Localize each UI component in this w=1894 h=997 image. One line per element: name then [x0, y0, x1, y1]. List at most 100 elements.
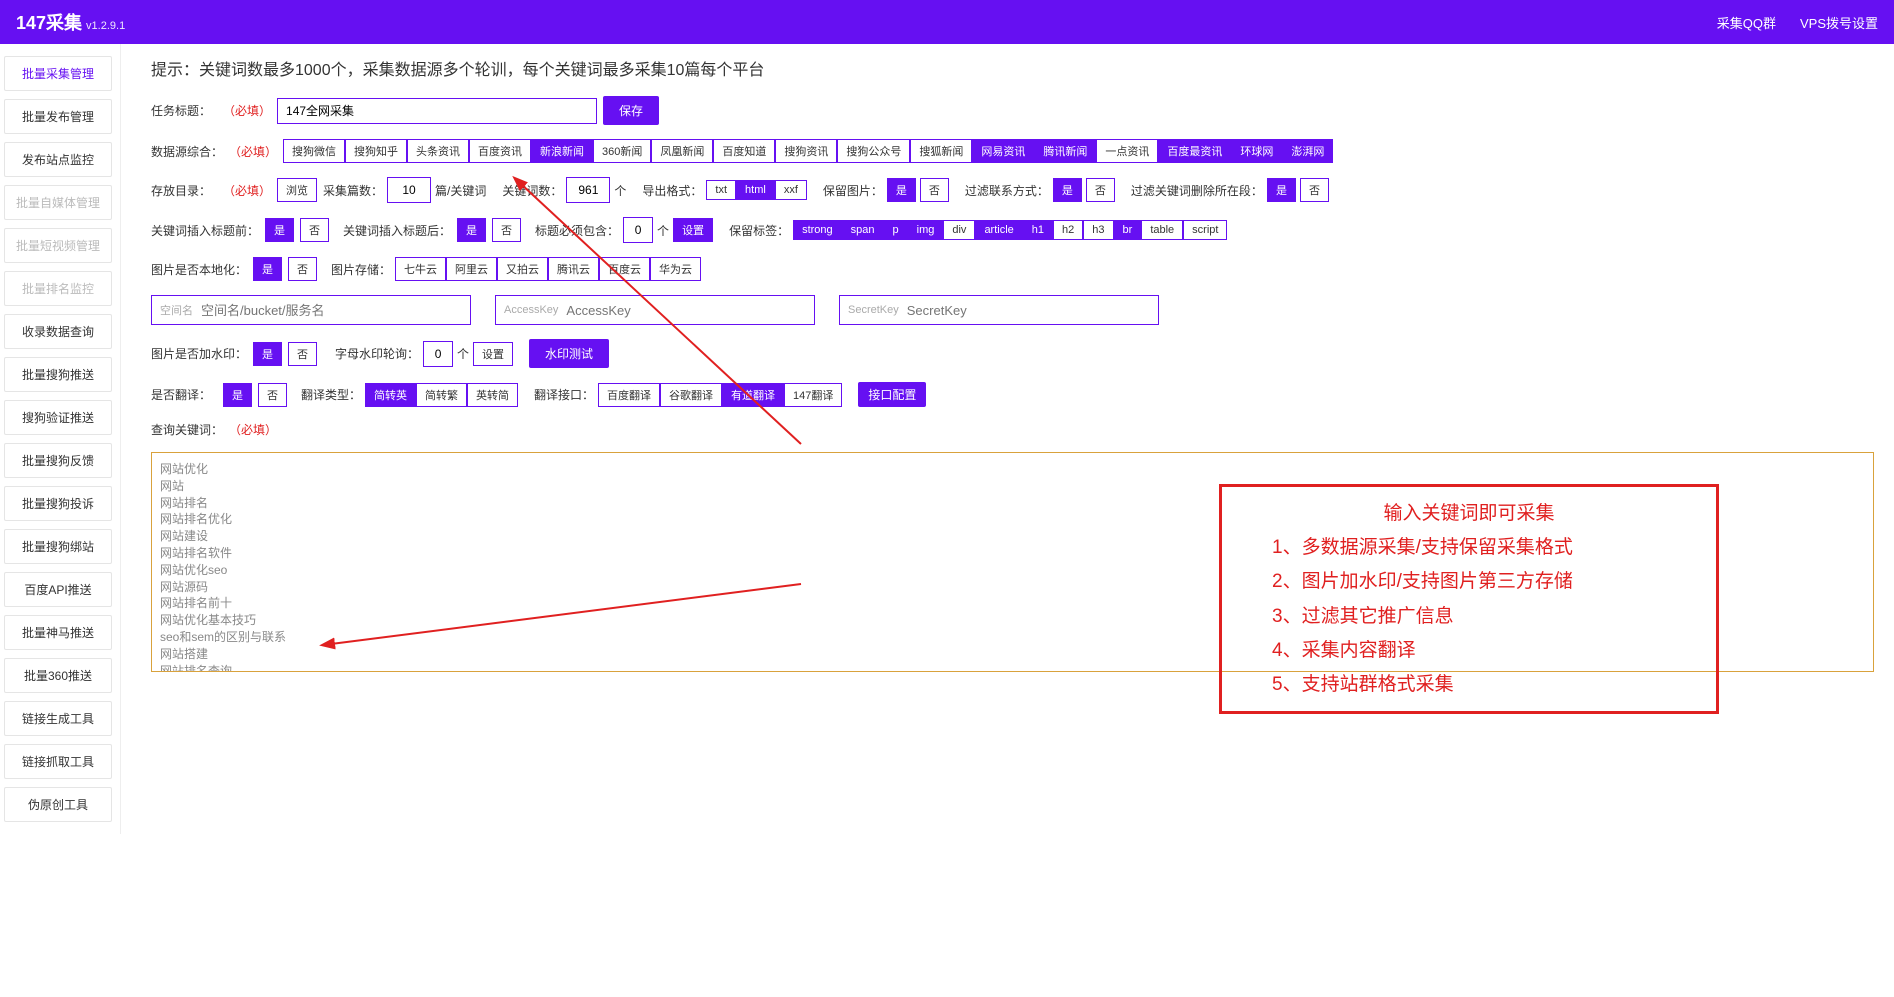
translate-api-tag[interactable]: 百度翻译: [598, 383, 660, 407]
sidebar-item[interactable]: 批量神马推送: [4, 615, 112, 650]
data-source-tag[interactable]: 头条资讯: [407, 139, 469, 163]
alpha-wm-input[interactable]: [423, 341, 453, 367]
sidebar-item[interactable]: 百度API推送: [4, 572, 112, 607]
data-source-tag[interactable]: 搜狗微信: [283, 139, 345, 163]
translate-type-tag[interactable]: 英转简: [467, 383, 518, 407]
translate-api-tag[interactable]: 147翻译: [784, 383, 842, 407]
keep-html-tag[interactable]: h3: [1083, 220, 1113, 240]
qq-group-link[interactable]: 采集QQ群: [1717, 13, 1776, 32]
data-source-tag[interactable]: 一点资讯: [1096, 139, 1158, 163]
keep-html-tag[interactable]: article: [975, 220, 1022, 240]
watermark-yes[interactable]: 是: [253, 342, 282, 366]
insert-before-yes[interactable]: 是: [265, 218, 294, 242]
title-must-count-input[interactable]: [623, 217, 653, 243]
keep-html-tag[interactable]: p: [884, 220, 908, 240]
filter-kwpara-no[interactable]: 否: [1300, 178, 1329, 202]
sidebar-item[interactable]: 批量搜狗反馈: [4, 443, 112, 478]
sidebar-item[interactable]: 发布站点监控: [4, 142, 112, 177]
keywords-textarea[interactable]: [151, 452, 1874, 672]
data-source-tag[interactable]: 百度知道: [713, 139, 775, 163]
export-format-tag[interactable]: txt: [706, 180, 736, 200]
keep-html-tag[interactable]: br: [1114, 220, 1142, 240]
keep-html-tag[interactable]: img: [908, 220, 944, 240]
space-name-input[interactable]: [201, 303, 462, 318]
keep-html-tag[interactable]: table: [1141, 220, 1183, 240]
data-source-tag[interactable]: 百度资讯: [469, 139, 531, 163]
data-source-tag[interactable]: 搜狐新闻: [910, 139, 972, 163]
img-local-no[interactable]: 否: [288, 257, 317, 281]
insert-before-no[interactable]: 否: [300, 218, 329, 242]
sidebar-item[interactable]: 批量360推送: [4, 658, 112, 693]
space-name-field[interactable]: 空间名: [151, 295, 471, 325]
sidebar-item[interactable]: 批量自媒体管理: [4, 185, 112, 220]
filter-kwpara-yes[interactable]: 是: [1267, 178, 1296, 202]
sidebar-item[interactable]: 链接生成工具: [4, 701, 112, 736]
export-format-tag[interactable]: xxf: [775, 180, 807, 200]
task-title-input[interactable]: [277, 98, 597, 124]
sidebar-item[interactable]: 链接抓取工具: [4, 744, 112, 779]
accesskey-input[interactable]: [566, 303, 806, 318]
keep-html-tag[interactable]: div: [943, 220, 975, 240]
sidebar-item[interactable]: 伪原创工具: [4, 787, 112, 822]
data-source-tag[interactable]: 凤凰新闻: [651, 139, 713, 163]
data-source-tag[interactable]: 搜狗公众号: [837, 139, 910, 163]
cloud-storage-tag[interactable]: 华为云: [650, 257, 701, 281]
sidebar-item[interactable]: 批量采集管理: [4, 56, 112, 91]
translate-api-tag[interactable]: 谷歌翻译: [660, 383, 722, 407]
secretkey-field[interactable]: SecretKey: [839, 295, 1159, 325]
accesskey-field[interactable]: AccessKey: [495, 295, 815, 325]
keep-html-tag[interactable]: span: [842, 220, 884, 240]
data-source-tag[interactable]: 搜狗知乎: [345, 139, 407, 163]
translate-api-tag[interactable]: 有道翻译: [722, 383, 784, 407]
data-source-tag[interactable]: 360新闻: [593, 139, 651, 163]
translate-no[interactable]: 否: [258, 383, 287, 407]
cloud-storage-tag[interactable]: 腾讯云: [548, 257, 599, 281]
data-source-tag[interactable]: 澎湃网: [1282, 139, 1333, 163]
sidebar-item[interactable]: 批量搜狗推送: [4, 357, 112, 392]
keep-html-tag[interactable]: h2: [1053, 220, 1083, 240]
filter-contact-yes[interactable]: 是: [1053, 178, 1082, 202]
filter-contact-no[interactable]: 否: [1086, 178, 1115, 202]
api-config-button[interactable]: 接口配置: [858, 382, 926, 407]
watermark-test-button[interactable]: 水印测试: [529, 339, 609, 368]
export-format-tag[interactable]: html: [736, 180, 775, 200]
keep-html-tag[interactable]: strong: [793, 220, 842, 240]
data-source-tag[interactable]: 百度最资讯: [1158, 139, 1231, 163]
keep-img-yes[interactable]: 是: [887, 178, 916, 202]
sidebar-item[interactable]: 批量搜狗投诉: [4, 486, 112, 521]
insert-after-no[interactable]: 否: [492, 218, 521, 242]
keep-html-tag[interactable]: h1: [1023, 220, 1053, 240]
data-source-tag[interactable]: 环球网: [1231, 139, 1282, 163]
cloud-storage-tag[interactable]: 百度云: [599, 257, 650, 281]
sidebar-item[interactable]: 搜狗验证推送: [4, 400, 112, 435]
sidebar-item[interactable]: 收录数据查询: [4, 314, 112, 349]
sidebar-item[interactable]: 批量搜狗绑站: [4, 529, 112, 564]
alpha-wm-setting[interactable]: 设置: [473, 342, 513, 366]
vps-link[interactable]: VPS拨号设置: [1800, 13, 1878, 32]
translate-yes[interactable]: 是: [223, 383, 252, 407]
keep-img-no[interactable]: 否: [920, 178, 949, 202]
cloud-storage-tag[interactable]: 七牛云: [395, 257, 446, 281]
sidebar-item[interactable]: 批量发布管理: [4, 99, 112, 134]
row-save-dir: 存放目录： （必填） 浏览 采集篇数：篇/关键词 关键词数：个 导出格式：txt…: [151, 177, 1874, 203]
sidebar-item[interactable]: 批量短视频管理: [4, 228, 112, 263]
sidebar-item[interactable]: 批量排名监控: [4, 271, 112, 306]
save-button[interactable]: 保存: [603, 96, 659, 125]
translate-type-tag[interactable]: 简转英: [365, 383, 416, 407]
cloud-storage-tag[interactable]: 又拍云: [497, 257, 548, 281]
data-source-tag[interactable]: 网易资讯: [972, 139, 1034, 163]
img-local-yes[interactable]: 是: [253, 257, 282, 281]
keep-html-tag[interactable]: script: [1183, 220, 1227, 240]
watermark-no[interactable]: 否: [288, 342, 317, 366]
keyword-count-input[interactable]: [566, 177, 610, 203]
data-source-tag[interactable]: 新浪新闻: [531, 139, 593, 163]
secretkey-input[interactable]: [907, 303, 1150, 318]
translate-type-tag[interactable]: 简转繁: [416, 383, 467, 407]
cloud-storage-tag[interactable]: 阿里云: [446, 257, 497, 281]
title-must-setting[interactable]: 设置: [673, 218, 713, 242]
data-source-tag[interactable]: 搜狗资讯: [775, 139, 837, 163]
insert-after-yes[interactable]: 是: [457, 218, 486, 242]
data-source-tag[interactable]: 腾讯新闻: [1034, 139, 1096, 163]
browse-button[interactable]: 浏览: [277, 178, 317, 202]
collect-count-input[interactable]: [387, 177, 431, 203]
